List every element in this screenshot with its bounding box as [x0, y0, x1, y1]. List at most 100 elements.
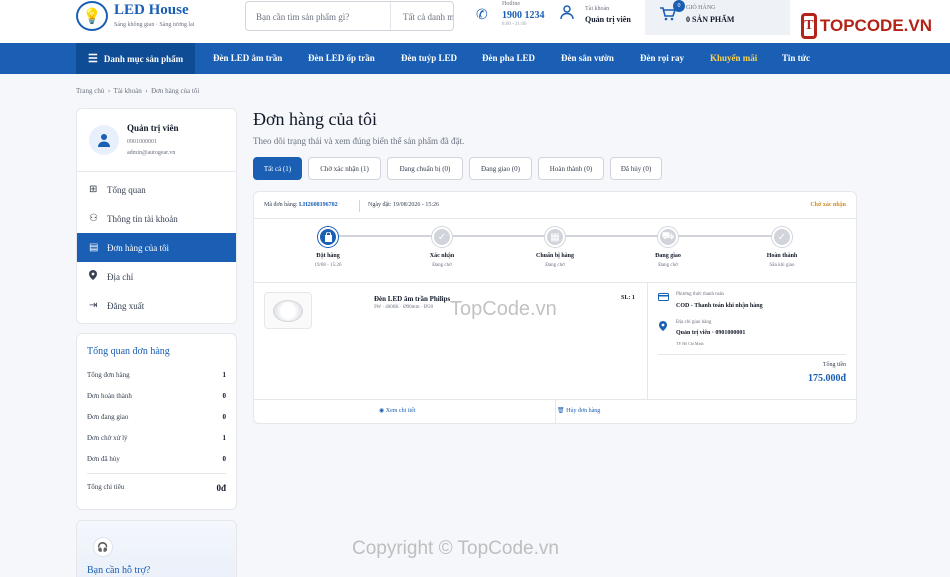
step-label: Xác nhận	[429, 253, 455, 259]
category-menu-button[interactable]: ☰ Danh mục sản phẩm	[76, 43, 195, 74]
sidebar-item-label: Tổng quan	[107, 184, 146, 195]
sidebar-item-logout[interactable]: ⇥ Đăng xuất	[77, 291, 236, 320]
product-thumbnail[interactable]	[264, 292, 312, 329]
product-qty: SL: 1	[621, 295, 635, 301]
stat-label: Đơn hoàn thành	[87, 392, 132, 400]
hamburger-icon: ☰	[88, 53, 98, 65]
sidebar-item-label: Địa chỉ	[107, 271, 134, 282]
tab-shipping[interactable]: Đang giao (0)	[469, 157, 532, 180]
address-name: Quản trị viên · 0901000001	[676, 330, 746, 336]
step-sub: Đang chờ	[658, 263, 678, 268]
address-city: TP. Hồ Chí Minh	[676, 341, 704, 346]
view-detail-button[interactable]: ◉ Xem chi tiết	[379, 407, 415, 414]
search-divider	[390, 2, 391, 30]
hotline-label: Hotline	[502, 1, 520, 7]
headset-icon: 🎧	[93, 537, 113, 557]
breadcrumb-account[interactable]: Tài khoản	[114, 87, 142, 95]
step-label: Đang giao	[655, 253, 681, 259]
total-divider	[658, 354, 846, 355]
watermark-center: TopCode.vn	[450, 298, 557, 320]
order-date: Ngày đặt: 19/08/2026 - 15:26	[368, 202, 439, 208]
sidebar-item-label: Thông tin tài khoản	[107, 213, 178, 224]
view-detail-label: Xem chi tiết	[385, 408, 416, 414]
cancel-order-button[interactable]: 🗑 Hủy đơn hàng	[557, 407, 600, 414]
search-input[interactable]: Bạn cần tìm sản phẩm gì?	[256, 12, 349, 22]
trash-icon: 🗑	[557, 408, 565, 414]
site-header: 💡 LED House Sáng không gian · Sáng tương…	[0, 0, 950, 43]
hotline-hours: 8:00 - 21:00	[502, 22, 527, 27]
profile-email: admin@autogear.vn	[127, 150, 176, 156]
tab-cancelled[interactable]: Đã hủy (0)	[610, 157, 662, 180]
cart-count-badge: 0	[673, 0, 685, 12]
topcode-logo: T TOPCODE.VN	[801, 11, 932, 40]
brand-tagline: Sáng không gian · Sáng tương lai	[114, 22, 195, 28]
nav-item-san-vuon[interactable]: Đèn sân vườn	[561, 53, 614, 63]
order-code: Mã đơn hàng: LH2608196702	[264, 202, 338, 208]
nav-item-am-tran[interactable]: Đèn LED âm trần	[213, 53, 282, 63]
tracker-divider	[254, 282, 856, 283]
step-sub: Sẵn khi giao	[769, 263, 795, 268]
nav-item-pha[interactable]: Đèn pha LED	[482, 53, 535, 63]
cart-value: 0 SẢN PHẨM	[686, 15, 735, 24]
sidebar-item-overview[interactable]: ⊞ Tổng quan	[77, 175, 236, 204]
nav-item-roi-ray[interactable]: Đèn rọi ray	[640, 53, 684, 63]
step-confirm-icon: ✓	[432, 227, 452, 247]
tab-pending[interactable]: Chờ xác nhận (1)	[308, 157, 381, 180]
support-card[interactable]: 🎧 Bạn cần hỗ trợ?	[76, 520, 237, 577]
stat-label: Đơn đã hủy	[87, 455, 120, 463]
hotline-number[interactable]: 1900 1234	[502, 10, 545, 21]
sidebar-item-address[interactable]: Địa chỉ	[77, 262, 236, 291]
step-placed-icon	[318, 227, 338, 247]
cart-button[interactable]: 0 GIỎ HÀNG 0 SẢN PHẨM	[645, 0, 790, 35]
stat-label: Tổng đơn hàng	[87, 371, 130, 379]
sidebar-item-orders[interactable]: ▤ Đơn hàng của tôi	[77, 233, 236, 262]
topcode-logo-text: TOPCODE.VN	[819, 15, 932, 35]
stat-label: Đơn chờ xử lý	[87, 434, 128, 442]
topcode-logo-icon: T	[801, 12, 817, 39]
tab-preparing[interactable]: Đang chuẩn bị (0)	[387, 157, 463, 180]
breadcrumb: Trang chủ › Tài khoản › Đơn hàng của tôi	[76, 87, 199, 95]
user-icon[interactable]	[560, 5, 574, 25]
order-header-divider	[254, 218, 856, 219]
step-complete-icon: ✓	[772, 227, 792, 247]
order-meta-divider	[359, 200, 360, 212]
account-name[interactable]: Quản trị viên	[585, 15, 631, 24]
footer-button-divider	[555, 399, 556, 423]
search-box[interactable]: Bạn cần tìm sản phẩm gì? Tất cả danh m	[245, 1, 454, 31]
product-spec: 9W · 4000K · Ø90mm · IP20	[374, 305, 434, 310]
nav-item-tuyp[interactable]: Đèn tuýp LED	[401, 53, 457, 63]
step-label: Hoàn thành	[766, 253, 798, 259]
product-summary-divider	[647, 282, 648, 399]
list-icon: ▤	[89, 242, 99, 253]
breadcrumb-home[interactable]: Trang chủ	[76, 87, 104, 95]
product-name[interactable]: Đèn LED âm trần Philips	[374, 295, 450, 303]
stat-label: Tổng chi tiêu	[87, 483, 125, 491]
nav-item-op-tran[interactable]: Đèn LED ốp trần	[308, 53, 375, 63]
tab-completed[interactable]: Hoàn thành (0)	[538, 157, 604, 180]
search-category-select[interactable]: Tất cả danh m	[403, 12, 453, 22]
cancel-order-label: Hủy đơn hàng	[566, 408, 601, 414]
sidebar-item-account-info[interactable]: ⚇ Thông tin tài khoản	[77, 204, 236, 233]
stat-value: 0	[222, 455, 227, 463]
support-title: Bạn cần hỗ trợ?	[87, 565, 151, 576]
stat-row-spend: Tổng chi tiêu 0đ	[87, 483, 226, 493]
nav-item-khuyen-mai[interactable]: Khuyến mãi	[710, 53, 757, 63]
stat-value: 1	[222, 371, 227, 379]
watermark-copyright: Copyright © TopCode.vn	[352, 538, 559, 559]
phone-icon: ✆	[476, 8, 488, 23]
address-label: Địa chỉ giao hàng	[676, 320, 712, 325]
grid-icon: ⊞	[89, 184, 98, 195]
logout-icon: ⇥	[89, 300, 98, 311]
stat-row: Đơn đã hủy 0	[87, 455, 226, 463]
breadcrumb-separator: ›	[143, 87, 150, 95]
nav-item-tin-tuc[interactable]: Tin tức	[782, 53, 810, 63]
stat-value: 0	[222, 413, 227, 421]
step-sub: Đang chờ	[432, 263, 452, 268]
total-label: Tổng tiền	[822, 362, 846, 368]
downlight-image	[273, 299, 303, 322]
tab-all[interactable]: Tất cả (1)	[253, 157, 302, 180]
order-code-value[interactable]: LH2608196702	[299, 202, 338, 208]
step-label: Chuẩn bị hàng	[535, 253, 575, 259]
brand-name[interactable]: LED House	[114, 2, 189, 19]
bulb-logo-icon[interactable]: 💡	[76, 1, 108, 31]
